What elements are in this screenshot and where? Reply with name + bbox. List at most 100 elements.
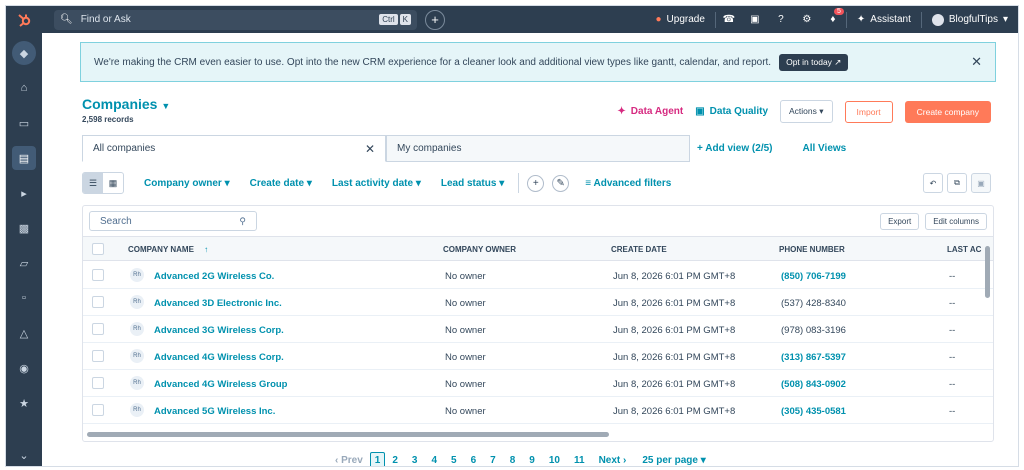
column-header-company-name[interactable]: COMPANY NAME ↑ [128,245,208,254]
page-button[interactable]: 4 [431,455,437,466]
gear-icon[interactable]: ⚙ [794,14,820,25]
row-checkbox[interactable] [92,377,104,389]
company-avatar-icon: Rh [130,349,144,363]
import-button[interactable]: Import [844,100,893,123]
hubspot-logo[interactable] [6,12,42,28]
table-search-input[interactable]: Search ⚲ [89,211,257,231]
database-icon[interactable]: ◉ [12,356,36,380]
opt-in-button[interactable]: Opt in today ↗ [779,53,849,71]
close-icon[interactable]: ✕ [971,54,982,70]
owner-cell: No owner [445,325,486,336]
data-quality-button[interactable]: ▣ Data Quality [695,106,768,117]
company-name-link[interactable]: Advanced 3D Electronic Inc. [154,298,282,309]
phone-link[interactable]: (305) 435-0581 [781,406,846,417]
create-date-cell: Jun 8, 2026 6:01 PM GMT+8 [613,352,736,363]
actions-dropdown[interactable]: Actions ▾ [780,100,833,123]
filter-company-owner[interactable]: Company owner ▾ [144,178,230,189]
filter-create-date[interactable]: Create date ▾ [250,178,312,189]
column-header-owner[interactable]: COMPANY OWNER [443,245,516,254]
tab-my-companies[interactable]: My companies [386,135,690,162]
phone-link[interactable]: (508) 843-0902 [781,379,846,390]
filter-last-activity[interactable]: Last activity date ▾ [332,178,421,189]
column-header-last-activity[interactable]: LAST AC [947,245,981,254]
add-view-button[interactable]: + Add view (2/5) [697,143,773,154]
company-name-link[interactable]: Advanced 5G Wireless Inc. [154,406,275,417]
row-checkbox[interactable] [92,404,104,416]
phone-link[interactable]: (313) 867-5397 [781,352,846,363]
add-view-label: Add view (2/5) [705,143,773,154]
account-menu[interactable]: BlogfulTips ▾ [922,13,1018,26]
company-name-link[interactable]: Advanced 3G Wireless Corp. [154,325,284,336]
create-date-cell: Jun 8, 2026 6:01 PM GMT+8 [613,271,736,282]
gem-icon[interactable]: ◆ [12,41,36,65]
page-button[interactable]: 5 [451,455,457,466]
column-header-phone[interactable]: PHONE NUMBER [779,245,845,254]
assistant-button[interactable]: ✦ Assistant [847,14,921,25]
close-icon[interactable]: ✕ [365,142,375,156]
bell-icon[interactable]: ♦ 5 [820,8,846,25]
advanced-filters-button[interactable]: ≡ Advanced filters [585,178,671,189]
company-name-link[interactable]: Advanced 4G Wireless Corp. [154,352,284,363]
prev-page-button[interactable]: ‹ Prev [335,455,363,466]
row-checkbox[interactable] [92,296,104,308]
page-button[interactable]: 8 [510,455,516,466]
add-filter-icon[interactable]: + [527,174,545,192]
vertical-scrollbar[interactable] [985,246,990,298]
page-button-current[interactable]: 1 [369,452,386,466]
horizontal-scrollbar[interactable] [87,432,609,437]
page-button[interactable]: 6 [471,455,477,466]
data-agent-button[interactable]: ✦ Data Agent [617,106,683,117]
page-button[interactable]: 3 [412,455,418,466]
bookmark-icon[interactable]: ▭ [12,111,36,135]
all-views-link[interactable]: All Views [803,143,847,154]
upgrade-label: Upgrade [666,14,705,25]
company-name-link[interactable]: Advanced 4G Wireless Group [154,379,287,390]
global-search[interactable]: 🔍︎ Find or Ask Ctrl K [54,9,417,30]
filter-lead-status[interactable]: Lead status ▾ [441,178,504,189]
row-checkbox[interactable] [92,269,104,281]
service-icon[interactable]: ▫ [12,286,36,310]
phone-icon[interactable]: ☎ [716,14,742,25]
last-activity-cell: -- [949,271,956,282]
page-button[interactable]: 10 [549,455,560,466]
edit-columns-button[interactable]: Edit columns [925,213,987,230]
org-chart-icon[interactable]: ★ [12,391,36,415]
create-new-button[interactable]: + [425,9,445,30]
undo-icon[interactable]: ↶ [923,173,943,193]
content-icon[interactable]: ▩ [12,216,36,240]
tab-all-companies[interactable]: All companies ✕ [82,135,386,162]
export-button[interactable]: Export [880,213,920,230]
page-button[interactable]: 11 [574,455,585,466]
home-icon[interactable]: ⌂ [12,76,36,100]
commerce-icon[interactable]: ▱ [12,251,36,275]
column-header-create-date[interactable]: CREATE DATE [611,245,667,254]
expand-chevron-icon[interactable]: ⌄ [19,449,28,462]
last-activity-cell: -- [949,298,956,309]
copy-icon[interactable]: ⧉ [947,173,967,193]
page-button[interactable]: 2 [392,455,398,466]
crm-icon[interactable]: ▤ [12,146,36,170]
marketplace-icon[interactable]: ▣ [742,14,768,25]
create-company-button[interactable]: Create company [904,100,991,123]
list-view-icon[interactable]: ☰ [83,173,103,193]
megaphone-icon[interactable]: ▸ [12,181,36,205]
page-button[interactable]: 9 [529,455,535,466]
page-button[interactable]: 7 [490,455,496,466]
save-icon[interactable]: ▣ [971,173,991,193]
create-date-cell: Jun 8, 2026 6:01 PM GMT+8 [613,298,736,309]
automation-icon[interactable]: △ [12,321,36,345]
help-icon[interactable]: ? [768,14,794,25]
column-label: COMPANY NAME [128,245,194,254]
page-title[interactable]: Companies ▼ [82,96,170,112]
row-checkbox[interactable] [92,350,104,362]
select-all-checkbox[interactable] [92,243,104,255]
filter-label: Create date [249,177,305,189]
phone-link[interactable]: (850) 706-7199 [781,271,846,282]
upgrade-button[interactable]: ● Upgrade [645,14,714,25]
company-name-link[interactable]: Advanced 2G Wireless Co. [154,271,274,282]
per-page-dropdown[interactable]: 25 per page ▾ [642,455,705,466]
next-page-button[interactable]: Next › [599,455,627,466]
grid-view-icon[interactable]: ▦ [103,173,123,193]
row-checkbox[interactable] [92,323,104,335]
pencil-icon[interactable]: ✎ [552,174,570,192]
